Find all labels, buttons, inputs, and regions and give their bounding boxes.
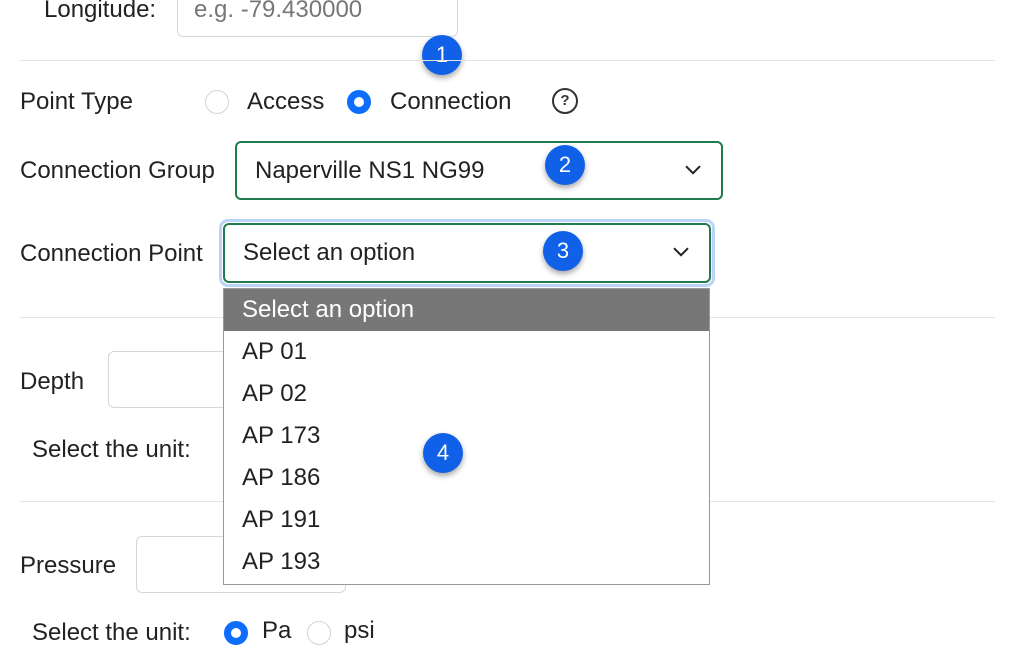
- point-type-access-label[interactable]: Access: [247, 88, 324, 116]
- depth-label: Depth: [20, 368, 85, 395]
- divider: [20, 60, 995, 61]
- callout-badge-2: 2: [545, 145, 585, 185]
- callout-badge-3: 3: [543, 231, 583, 271]
- connection-point-dropdown: Select an option AP 01 AP 02 AP 173 AP 1…: [223, 288, 710, 585]
- pressure-label: Pressure: [20, 552, 117, 579]
- chevron-down-icon: [685, 154, 701, 182]
- connection-point-label: Connection Point: [20, 240, 203, 267]
- pressure-unit-label: Select the unit:: [32, 619, 191, 646]
- dropdown-option[interactable]: AP 191: [224, 499, 709, 541]
- connection-group-label: Connection Group: [20, 157, 215, 184]
- chevron-down-icon: [673, 236, 689, 264]
- dropdown-option[interactable]: AP 02: [224, 373, 709, 415]
- longitude-input[interactable]: e.g. -79.430000: [177, 0, 458, 37]
- pressure-unit-psi-radio[interactable]: [307, 621, 331, 645]
- point-type-label: Point Type: [20, 88, 133, 115]
- pressure-unit-psi-label[interactable]: psi: [344, 617, 375, 645]
- connection-group-select[interactable]: Naperville NS1 NG99: [235, 141, 723, 200]
- depth-unit-label: Select the unit:: [32, 436, 191, 463]
- pressure-unit-pa-label[interactable]: Pa: [262, 617, 291, 645]
- point-type-connection-label[interactable]: Connection: [390, 88, 511, 116]
- point-type-access-radio[interactable]: [205, 90, 229, 114]
- dropdown-option[interactable]: AP 173: [224, 415, 709, 457]
- connection-group-value: Naperville NS1 NG99: [255, 156, 485, 184]
- connection-point-select[interactable]: Select an option: [223, 223, 711, 283]
- help-icon[interactable]: ?: [552, 88, 578, 114]
- callout-badge-4: 4: [423, 433, 463, 473]
- pressure-unit-pa-radio[interactable]: [224, 621, 248, 645]
- callout-badge-1: 1: [422, 35, 462, 75]
- dropdown-option[interactable]: AP 193: [224, 541, 709, 583]
- dropdown-option[interactable]: Select an option: [224, 289, 709, 331]
- degree-symbol: °: [493, 0, 503, 15]
- point-type-connection-radio[interactable]: [347, 90, 371, 114]
- dropdown-option[interactable]: AP 01: [224, 331, 709, 373]
- longitude-placeholder: e.g. -79.430000: [194, 0, 363, 23]
- connection-point-value: Select an option: [243, 239, 416, 266]
- dropdown-option[interactable]: AP 186: [224, 457, 709, 499]
- longitude-label: Longitude:: [44, 0, 157, 23]
